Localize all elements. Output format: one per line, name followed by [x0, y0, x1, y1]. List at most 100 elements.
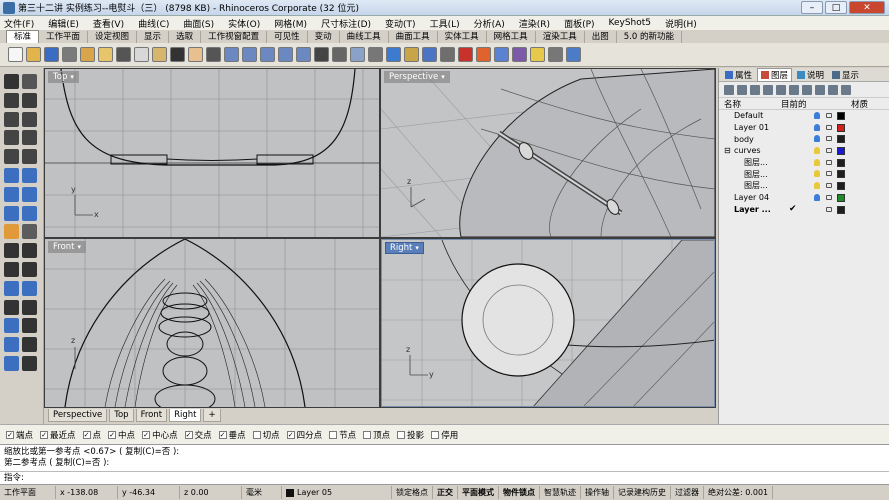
viewport-perspective[interactable]: z Perspective ▾ — [381, 69, 715, 237]
menu-item[interactable]: 渲染(R) — [519, 17, 550, 30]
osnap-6[interactable]: ✓ 垂点 — [218, 429, 246, 441]
toolbar-tab[interactable]: 工作视窗配置 — [201, 31, 268, 43]
save-icon[interactable] — [44, 47, 59, 62]
select-arrow-icon[interactable] — [4, 74, 19, 89]
menu-item[interactable]: 曲面(S) — [183, 17, 214, 30]
menu-item[interactable]: 文件(F) — [4, 17, 34, 30]
status-cplane[interactable]: 工作平面 — [0, 486, 56, 499]
osnap-12[interactable]: 停用 — [431, 429, 458, 441]
lock-icon[interactable] — [826, 194, 832, 200]
help-icon[interactable] — [566, 47, 581, 62]
move-icon[interactable] — [314, 47, 329, 62]
toolbar-tab[interactable]: 标准 — [6, 30, 40, 43]
status-toggle[interactable]: 记录建构历史 — [614, 486, 671, 499]
status-layer[interactable]: Layer 05 — [282, 486, 392, 499]
status-toggle[interactable]: 锁定格点 — [392, 486, 433, 499]
osnap-11[interactable]: 投影 — [397, 429, 424, 441]
layer-row[interactable]: Layer 01 — [719, 122, 889, 134]
osnap-checkbox[interactable]: ✓ — [286, 430, 295, 439]
osnap-checkbox[interactable]: ✓ — [40, 430, 49, 439]
layer-row[interactable]: ⊟ curves — [719, 145, 889, 157]
menu-item[interactable]: 查看(V) — [93, 17, 124, 30]
properties-icon[interactable] — [440, 47, 455, 62]
toolbar-tab[interactable]: 曲面工具 — [389, 31, 438, 43]
rotate-tool-icon[interactable] — [22, 280, 37, 296]
layer-color-swatch[interactable] — [837, 182, 845, 191]
hide-icon[interactable] — [386, 47, 401, 62]
text-icon[interactable] — [22, 337, 37, 353]
osnap-7[interactable]: 切点 — [252, 429, 280, 441]
sphere-icon[interactable] — [4, 205, 19, 221]
bulb-icon[interactable] — [814, 147, 820, 155]
toolbar-tab[interactable]: 网格工具 — [487, 31, 536, 43]
osnap-0[interactable]: ✓ 端点 — [6, 429, 33, 441]
status-x[interactable]: x -138.08 — [56, 486, 118, 499]
osnap-checkbox[interactable] — [397, 430, 406, 439]
zoom-extents-icon[interactable] — [260, 47, 275, 62]
analysis-icon[interactable] — [4, 356, 19, 371]
viewport-tab[interactable]: Top — [109, 408, 134, 422]
shaded-icon[interactable] — [494, 47, 509, 62]
viewport-tab[interactable]: Right — [169, 408, 202, 422]
menu-item[interactable]: 工具(L) — [430, 17, 460, 30]
osnap-checkbox[interactable] — [252, 430, 261, 439]
status-z[interactable]: z 0.00 — [180, 486, 242, 499]
toolbar-tab[interactable]: 设定视图 — [88, 31, 138, 43]
lock-icon[interactable] — [826, 124, 832, 130]
lock-icon[interactable] — [404, 47, 419, 62]
pan-icon[interactable] — [188, 47, 203, 62]
scale-icon[interactable] — [4, 299, 19, 315]
viewport-title-right[interactable]: Right ▾ — [385, 242, 424, 254]
undo-icon[interactable] — [170, 47, 185, 62]
boolean-icon[interactable] — [4, 224, 19, 240]
new-layer-icon[interactable] — [724, 84, 734, 95]
osnap-9[interactable]: 节点 — [329, 429, 356, 441]
zoom-window-icon[interactable] — [242, 47, 257, 62]
select-icon[interactable] — [332, 47, 347, 62]
ellipse-icon[interactable] — [4, 149, 19, 165]
union-icon[interactable] — [22, 224, 37, 240]
cplane-icon[interactable] — [350, 47, 365, 62]
viewport-title-top[interactable]: Top ▾ — [48, 71, 79, 83]
bulb-icon[interactable] — [814, 193, 820, 201]
osnap-checkbox[interactable]: ✓ — [82, 430, 91, 439]
tools-icon[interactable] — [828, 84, 838, 95]
bulb-icon[interactable] — [814, 182, 820, 190]
osnap-3[interactable]: ✓ 中点 — [108, 429, 135, 441]
status-toggle[interactable]: 平面模式 — [458, 486, 499, 499]
bulb-icon[interactable] — [814, 123, 820, 131]
toolbar-tab[interactable]: 工作平面 — [39, 31, 89, 43]
menu-item[interactable]: 编辑(E) — [48, 17, 79, 30]
dimension-icon[interactable] — [4, 337, 19, 353]
lock-icon[interactable] — [826, 136, 832, 142]
osnap-8[interactable]: ✓ 四分点 — [286, 429, 322, 441]
menu-item[interactable]: 尺寸标注(D) — [321, 17, 371, 30]
osnap-1[interactable]: ✓ 最近点 — [40, 429, 76, 441]
osnap-checkbox[interactable]: ✓ — [6, 430, 14, 439]
menu-item[interactable]: 网格(M) — [274, 17, 307, 30]
light-icon[interactable] — [530, 47, 545, 62]
rendered-icon[interactable] — [512, 47, 527, 62]
help-icon[interactable] — [841, 84, 851, 95]
osnap-checkbox[interactable] — [431, 430, 440, 439]
viewport-top[interactable]: y x Top ▾ — [45, 69, 379, 237]
point-icon[interactable] — [22, 74, 37, 89]
toolbar-tab[interactable]: 显示 — [137, 31, 170, 43]
curve-icon[interactable] — [22, 92, 37, 108]
import-icon[interactable] — [80, 47, 95, 62]
open-icon[interactable] — [26, 47, 41, 62]
lock-icon[interactable] — [826, 206, 832, 212]
delete-layer-icon[interactable] — [750, 84, 760, 95]
status-toggle[interactable]: 绝对公差: 0.001 — [704, 486, 774, 499]
menu-item[interactable]: 曲线(C) — [138, 17, 169, 30]
toolbar-tab[interactable]: 曲线工具 — [340, 31, 389, 43]
osnap-checkbox[interactable] — [363, 430, 372, 439]
grid-icon[interactable] — [368, 47, 383, 62]
move-up-icon[interactable] — [763, 84, 773, 95]
toolbar-tab[interactable]: 选取 — [169, 31, 202, 43]
export-icon[interactable] — [98, 47, 113, 62]
layer-color-swatch[interactable] — [837, 147, 845, 156]
lock-icon[interactable] — [826, 183, 832, 189]
osnap-10[interactable]: 顶点 — [363, 429, 390, 441]
new-file-icon[interactable] — [8, 47, 23, 62]
